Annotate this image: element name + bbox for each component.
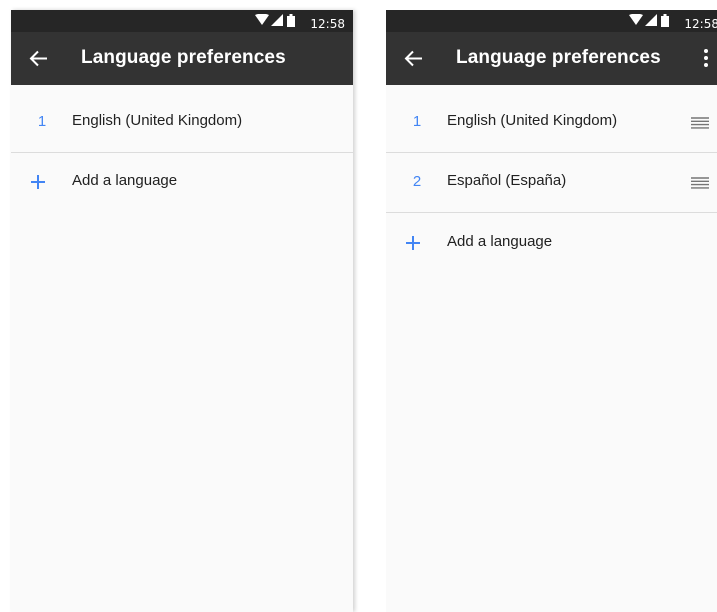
cellular-signal-icon (271, 14, 283, 26)
status-time: 12:58 (684, 17, 717, 31)
status-icons: 12:58 (255, 14, 345, 31)
language-row[interactable]: 1 English (United Kingdom) (386, 93, 717, 153)
status-icons: 12:58 (629, 14, 717, 31)
language-row[interactable]: 2 Español (España) (386, 153, 717, 213)
language-label: English (United Kingdom) (72, 112, 243, 129)
phone-screen-left: 12:58 Language preferences 1 English (Un… (11, 10, 353, 612)
add-language-row[interactable]: Add a language (11, 153, 353, 213)
language-label: Español (España) (447, 172, 567, 189)
language-index: 1 (37, 113, 47, 130)
battery-icon (661, 14, 669, 27)
battery-icon (287, 14, 295, 27)
cellular-signal-icon (645, 14, 657, 26)
app-bar: Language preferences (386, 32, 717, 85)
drag-handle-icon[interactable] (691, 117, 709, 129)
back-arrow-icon[interactable] (29, 49, 48, 68)
language-label: English (United Kingdom) (447, 112, 618, 129)
language-index: 2 (412, 173, 422, 190)
add-language-label: Add a language (447, 233, 553, 250)
language-index: 1 (412, 113, 422, 130)
phone-screen-right: 12:58 Language preferences 1 English (Un… (386, 10, 717, 612)
wifi-icon (255, 14, 269, 25)
more-vertical-icon[interactable] (701, 48, 711, 68)
add-language-label: Add a language (72, 172, 178, 189)
back-arrow-icon[interactable] (404, 49, 423, 68)
page-title: Language preferences (456, 47, 661, 68)
status-time: 12:58 (310, 17, 345, 31)
wifi-icon (629, 14, 643, 25)
language-row[interactable]: 1 English (United Kingdom) (11, 93, 353, 153)
status-bar: 12:58 (11, 10, 353, 32)
app-bar: Language preferences (11, 32, 353, 85)
drag-handle-icon[interactable] (691, 177, 709, 189)
plus-icon (31, 175, 45, 189)
plus-icon (406, 236, 420, 250)
page-title: Language preferences (81, 47, 286, 68)
add-language-row[interactable]: Add a language (386, 214, 717, 274)
status-bar: 12:58 (386, 10, 717, 32)
